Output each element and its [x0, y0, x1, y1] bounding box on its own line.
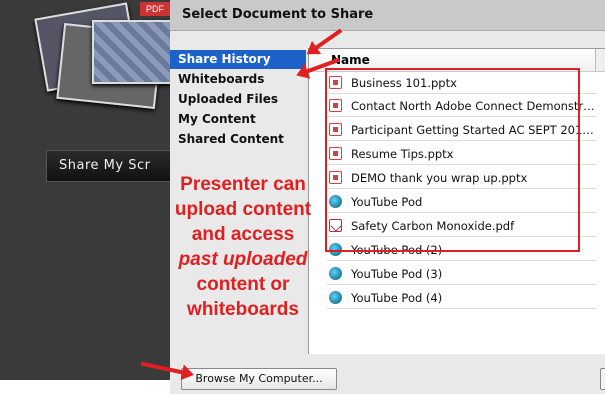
annotation-line: Presenter can: [180, 174, 306, 195]
pdf-badge-icon: PDF: [140, 2, 170, 16]
dialog-footer: Browse My Computer...: [170, 354, 605, 394]
youtube-pod-icon: [329, 267, 342, 280]
document-thumbnails-graphic: [34, 0, 176, 125]
file-name: YouTube Pod (3): [351, 267, 443, 281]
annotation-line: content or: [196, 274, 290, 295]
highlight-box: [325, 68, 580, 252]
file-row[interactable]: YouTube Pod (3): [327, 264, 597, 285]
file-row[interactable]: YouTube Pod (4): [327, 288, 597, 309]
sidebar-item-uploaded-files[interactable]: Uploaded Files: [170, 90, 306, 109]
share-my-screen-button[interactable]: Share My Scr: [46, 150, 178, 182]
dialog-title: Select Document to Share: [170, 0, 605, 31]
annotation-line: whiteboards: [187, 299, 299, 320]
youtube-pod-icon: [329, 291, 342, 304]
sidebar-item-shared-content[interactable]: Shared Content: [170, 130, 306, 149]
sidebar-item-my-content[interactable]: My Content: [170, 110, 306, 129]
annotation-line: past uploaded: [178, 249, 308, 270]
annotation-line: and access: [191, 224, 295, 245]
annotation-callout: Presenter can upload content and access …: [170, 172, 316, 322]
sidebar-item-whiteboards[interactable]: Whiteboards: [170, 70, 306, 89]
file-name: YouTube Pod (4): [351, 291, 443, 305]
header-scroll-button[interactable]: [595, 49, 605, 71]
browse-my-computer-button[interactable]: Browse My Computer...: [181, 368, 337, 390]
sidebar-item-share-history[interactable]: Share History: [170, 50, 306, 69]
thumbnail-front: [92, 20, 176, 84]
annotation-line: upload content: [174, 199, 312, 220]
footer-right-button[interactable]: [600, 368, 605, 390]
